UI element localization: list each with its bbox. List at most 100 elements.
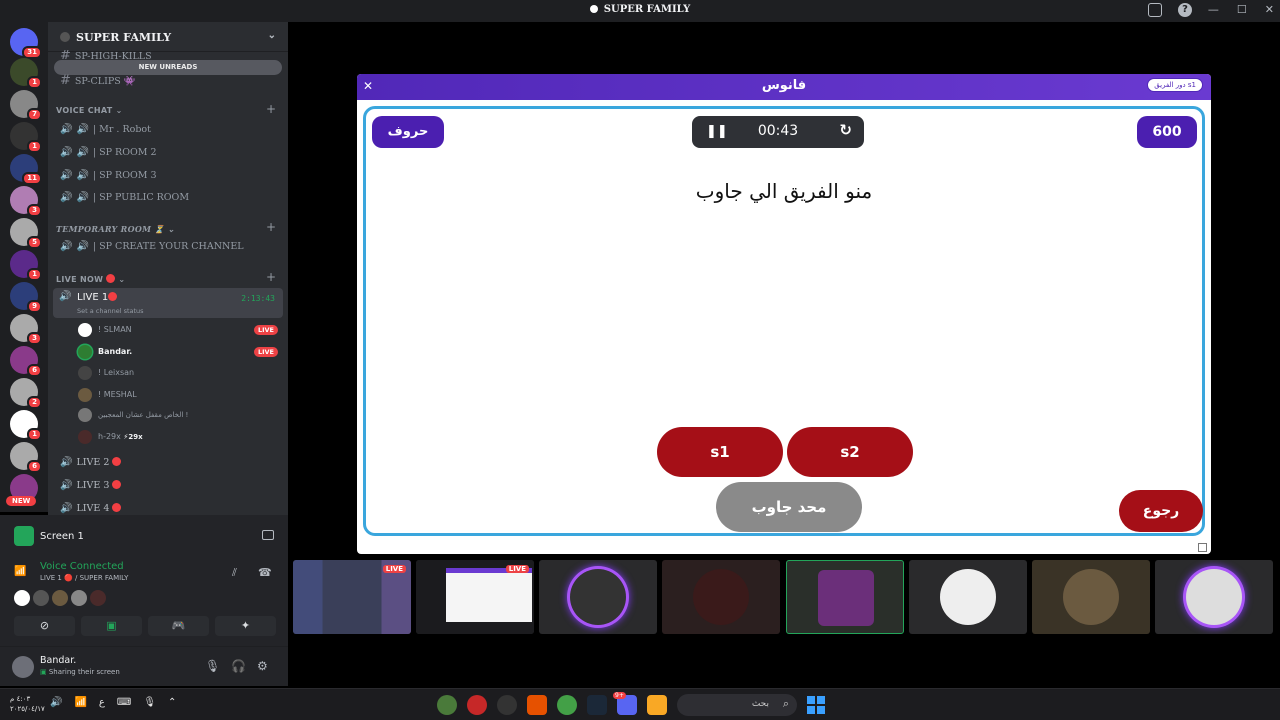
noise-suppression-icon[interactable]: ⫽: [232, 566, 237, 580]
fullscreen-icon[interactable]: [1198, 543, 1207, 552]
avatar: [78, 408, 92, 422]
microphone-icon[interactable]: 🎙: [205, 659, 220, 673]
app-icon[interactable]: [437, 695, 457, 715]
speaker-icon: 🔊: [59, 291, 72, 302]
server-icon[interactable]: 11: [10, 154, 42, 185]
app-icon[interactable]: [527, 695, 547, 715]
voice-channel[interactable]: 🔊 🔊 | Mr . Robot: [56, 120, 280, 140]
letters-button[interactable]: حروف: [372, 116, 444, 148]
speaker-icon: 🔊: [60, 192, 73, 203]
voice-channel[interactable]: 🔊 🔊 | SP ROOM 3: [56, 166, 280, 186]
server-icon[interactable]: 1: [10, 58, 42, 89]
category-live-now[interactable]: LIVE NOW ⌄: [56, 274, 125, 284]
avatar: [33, 590, 49, 606]
team-s2-button[interactable]: s2: [787, 427, 913, 477]
server-icon[interactable]: 6: [10, 346, 42, 377]
category-temporary-room[interactable]: TEMPORARY ROOM ⏳ ⌄: [56, 224, 175, 234]
inbox-icon[interactable]: [1148, 3, 1162, 17]
participant-tile[interactable]: [662, 560, 780, 634]
steelseries-icon[interactable]: [497, 695, 517, 715]
chevron-up-icon[interactable]: ⌃: [168, 697, 176, 708]
microphone-icon[interactable]: 🎙: [143, 697, 156, 708]
discord-icon[interactable]: 9+: [613, 692, 637, 715]
stream-tile[interactable]: LIVE: [416, 560, 534, 634]
avatar[interactable]: [12, 656, 34, 678]
voice-channel[interactable]: 🔊 🔊 | SP ROOM 2: [56, 143, 280, 163]
participant-strip: LIVE LIVE: [293, 560, 1280, 634]
reset-icon[interactable]: ↻: [839, 121, 852, 139]
app-icon[interactable]: [467, 695, 487, 715]
keyboard-icon[interactable]: ⌨: [117, 697, 131, 708]
server-icon[interactable]: 2: [10, 378, 42, 409]
server-icon[interactable]: 7: [10, 90, 42, 121]
voice-channel[interactable]: 🔊 🔊 | SP CREATE YOUR CHANNEL: [56, 237, 280, 257]
question-text: منو الفريق الي جاوب: [695, 179, 873, 203]
voice-channel[interactable]: 🔊 LIVE 3: [56, 476, 280, 496]
minimize-button[interactable]: —: [1208, 3, 1219, 16]
participant-tile[interactable]: [1155, 560, 1273, 634]
unread-badge: 1: [27, 268, 42, 281]
close-preview-icon[interactable]: [262, 530, 274, 540]
live-badge: LIVE: [253, 347, 278, 357]
wifi-icon[interactable]: 📶: [74, 697, 86, 708]
help-icon[interactable]: ?: [1178, 3, 1192, 17]
voice-user[interactable]: ! SLMAN LIVE: [78, 321, 278, 339]
gear-icon[interactable]: ⚙: [257, 659, 268, 673]
new-servers-pill[interactable]: NEW: [6, 496, 37, 506]
chrome-icon[interactable]: [557, 695, 577, 715]
team-s1-button[interactable]: s1: [657, 427, 783, 477]
disconnect-icon[interactable]: ☎: [258, 566, 272, 579]
windows-start-icon[interactable]: [807, 696, 825, 714]
activities-button[interactable]: 🎮: [148, 616, 209, 636]
server-icon[interactable]: 5: [10, 218, 42, 249]
share-screen-button[interactable]: ▣: [81, 616, 142, 636]
file-explorer-icon[interactable]: [647, 695, 667, 715]
soundboard-button[interactable]: ✦: [215, 616, 276, 636]
voice-user[interactable]: الخاص مقفل عشان المعجبين !: [78, 406, 278, 424]
voice-user[interactable]: ! MESHAL: [78, 386, 278, 404]
speaker-icon: 🔊: [76, 170, 89, 181]
channel-item[interactable]: # SP-CLIPS 👾: [56, 71, 280, 91]
maximize-button[interactable]: ☐: [1237, 3, 1247, 16]
avatar: [14, 590, 30, 606]
close-button[interactable]: ✕: [1265, 3, 1274, 16]
participant-tile[interactable]: [1032, 560, 1150, 634]
server-icon[interactable]: 1: [10, 410, 42, 441]
server-header[interactable]: SUPER FAMILY ⌄: [48, 22, 288, 52]
add-channel-icon[interactable]: +: [266, 102, 276, 116]
back-button[interactable]: رجوع: [1119, 490, 1203, 532]
voice-user[interactable]: Bandar. LIVE: [78, 343, 278, 361]
add-channel-icon[interactable]: +: [266, 270, 276, 284]
screen-share-card[interactable]: Screen 1: [8, 518, 280, 550]
volume-icon[interactable]: 🔊: [50, 697, 62, 708]
category-voice-chat[interactable]: VOICE CHAT ⌄: [56, 106, 123, 115]
clock[interactable]: ٤:٠٣ م ٢٠٢٥/٠٤/١٧: [10, 694, 45, 714]
voice-channel[interactable]: 🔊 LIVE 2: [56, 453, 280, 473]
language-indicator[interactable]: ع: [99, 697, 105, 708]
avatar: [78, 345, 92, 359]
add-channel-icon[interactable]: +: [266, 220, 276, 234]
participant-tile[interactable]: [539, 560, 657, 634]
steam-icon[interactable]: [587, 695, 607, 715]
headphones-icon[interactable]: 🎧: [231, 659, 246, 673]
camera-off-button[interactable]: ⊘: [14, 616, 75, 636]
voice-channel[interactable]: 🔊 LIVE 4: [56, 499, 280, 515]
home-button[interactable]: 31: [10, 28, 42, 59]
stream-tile[interactable]: LIVE: [293, 560, 411, 634]
no-one-answered-button[interactable]: محد جاوب: [716, 482, 862, 532]
voice-channel[interactable]: 🔊 🔊 | SP PUBLIC ROOM: [56, 188, 280, 208]
server-icon[interactable]: 9: [10, 282, 42, 313]
server-icon[interactable]: 1: [10, 250, 42, 281]
voice-user[interactable]: ! Leixsan: [78, 364, 278, 382]
participant-tile[interactable]: [909, 560, 1027, 634]
server-icon[interactable]: 1: [10, 122, 42, 153]
search-bar[interactable]: بحث ⌕: [677, 694, 797, 716]
channel-status[interactable]: Set a channel status: [77, 307, 144, 315]
server-icon[interactable]: 3: [10, 186, 42, 217]
server-icon[interactable]: 6: [10, 442, 42, 473]
voice-user[interactable]: h-29x ⚡29x: [78, 428, 278, 446]
speaker-icon: 🔊: [60, 124, 73, 135]
voice-channel-live-1[interactable]: 🔊 LIVE 1 2:13:43 Set a channel status: [53, 288, 283, 318]
participant-tile[interactable]: [786, 560, 904, 634]
server-icon[interactable]: 3: [10, 314, 42, 345]
